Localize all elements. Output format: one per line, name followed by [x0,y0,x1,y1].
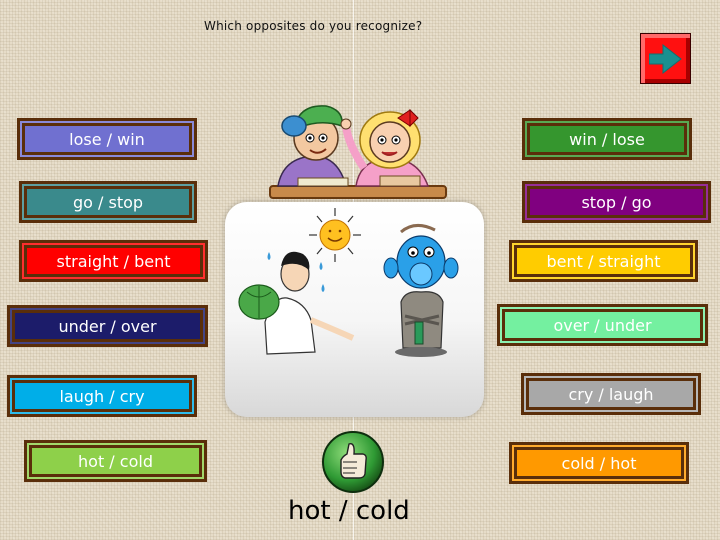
option-left-3[interactable]: straight / bent [19,240,208,282]
option-right-2[interactable]: stop / go [522,181,711,223]
option-label: cry / laugh [568,384,654,404]
page-title: Which opposites do you recognize? [204,19,423,33]
option-label: bent / straight [546,251,661,271]
hot-boy-figure [238,251,355,355]
option-label: go / stop [72,192,144,212]
next-button[interactable] [640,33,691,84]
option-label: under / over [58,316,157,336]
sun-icon [309,208,361,262]
option-left-6[interactable]: hot / cold [24,440,207,482]
option-left-5[interactable]: laugh / cry [7,375,197,417]
option-left-2[interactable]: go / stop [19,181,197,223]
option-label: over / under [553,315,652,335]
option-left-1[interactable]: lose / win [17,118,197,160]
option-right-3[interactable]: bent / straight [509,240,698,282]
option-right-6[interactable]: cold / hot [509,442,689,484]
hot-and-cold-illustration [238,208,459,357]
option-label: win / lose [569,129,645,149]
option-label: cold / hot [561,453,637,473]
option-right-1[interactable]: win / lose [522,118,692,160]
arrow-right-icon [649,44,682,74]
cold-man-figure [383,224,459,357]
kids-at-desk-illustration [269,105,447,199]
option-right-5[interactable]: cry / laugh [521,373,701,415]
thumbs-up-icon[interactable] [321,430,385,494]
answer-text: hot / cold [288,496,410,526]
option-right-4[interactable]: over / under [497,304,708,346]
illustration-card [225,202,484,417]
option-label: laugh / cry [59,386,145,406]
option-label: hot / cold [78,451,153,471]
option-left-4[interactable]: under / over [7,305,208,347]
option-label: straight / bent [56,251,171,271]
option-label: lose / win [69,129,145,149]
option-label: stop / go [581,192,652,212]
